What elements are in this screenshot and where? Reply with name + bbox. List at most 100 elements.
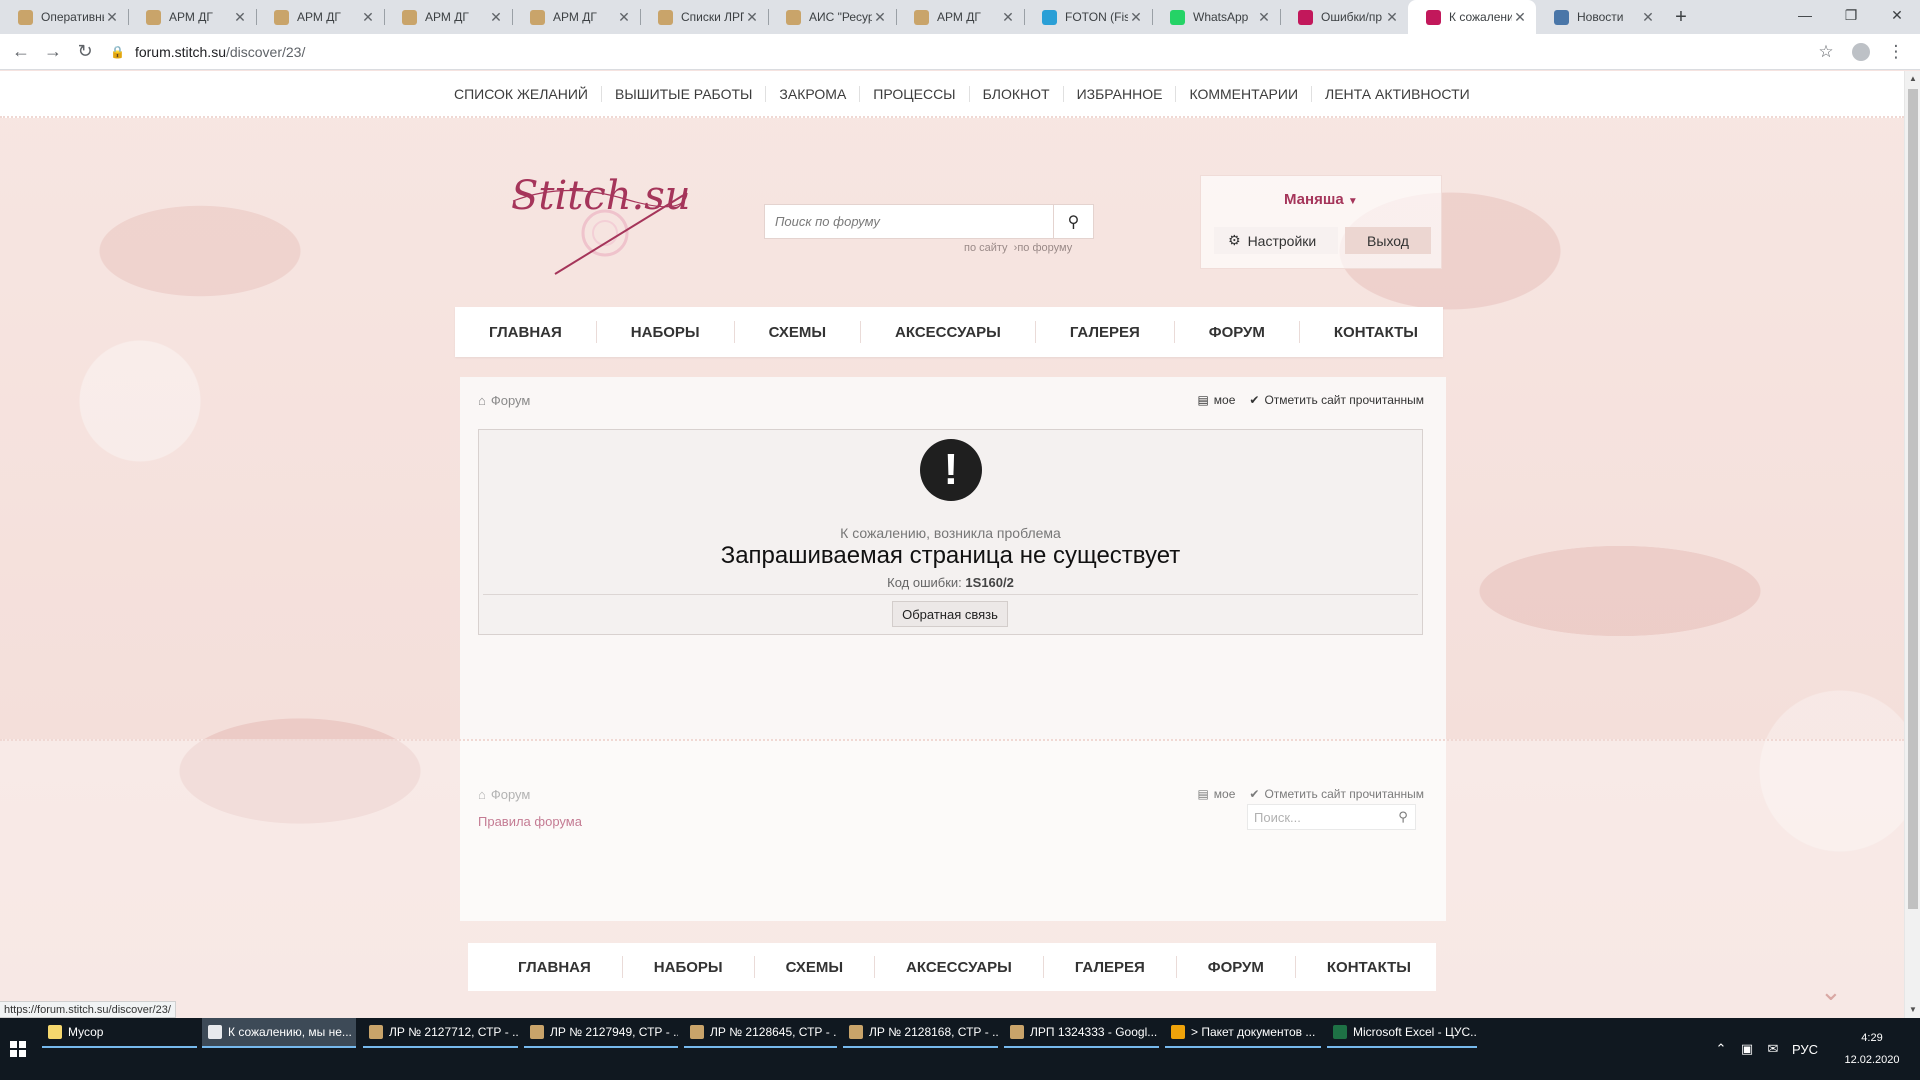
footer-nav-item[interactable]: АКСЕССУАРЫ xyxy=(874,956,1043,978)
scroll-up-icon[interactable]: ▲ xyxy=(1905,71,1920,87)
browser-tab[interactable]: АРМ ДГ ✕ xyxy=(384,0,512,34)
taskbar-item[interactable]: ЛР № 2128168, СТР - ... xyxy=(843,1018,998,1048)
user-menu[interactable]: Маняша ▼ xyxy=(1284,191,1358,208)
top-menu-item[interactable]: Избранное xyxy=(1062,86,1176,102)
taskbar-item-label: ЛР № 2128168, СТР - ... xyxy=(869,1025,998,1039)
mark-read-link[interactable]: ✔ Отметить сайт прочитанным xyxy=(1249,393,1424,407)
top-menu-item[interactable]: Комментарии xyxy=(1175,86,1311,102)
footer-nav-item[interactable]: СХЕМЫ xyxy=(753,956,874,978)
breadcrumb-forum-link[interactable]: Форум xyxy=(491,393,531,408)
taskbar-item[interactable]: Мусор xyxy=(42,1018,197,1048)
new-tab-button[interactable]: + xyxy=(1664,0,1698,34)
main-nav-item[interactable]: АКСЕССУАРЫ xyxy=(860,321,1035,343)
tab-title: АИС "Ресур xyxy=(809,10,872,24)
top-menu-item[interactable]: Блокнот xyxy=(968,86,1063,102)
gear-icon: ⚙ xyxy=(1228,232,1241,248)
taskbar-item[interactable]: Microsoft Excel - ЦУС... xyxy=(1327,1018,1477,1048)
close-tab-icon[interactable]: ✕ xyxy=(872,9,888,26)
browser-tab[interactable]: АРМ ДГ ✕ xyxy=(512,0,640,34)
settings-button[interactable]: ⚙ Настройки xyxy=(1214,227,1338,254)
top-menu-item[interactable]: Список желаний xyxy=(446,86,601,102)
close-tab-icon[interactable]: ✕ xyxy=(1384,9,1400,26)
footer-nav-item[interactable]: ГАЛЕРЕЯ xyxy=(1042,956,1176,978)
scroll-thumb[interactable] xyxy=(1908,89,1918,909)
top-menu-item[interactable]: Лента активности xyxy=(1311,86,1483,102)
clock[interactable]: 4:29 12.02.2020 xyxy=(1824,1027,1920,1071)
close-tab-icon[interactable]: ✕ xyxy=(744,9,760,26)
browser-tab[interactable]: FOTON (Fish✕ xyxy=(1024,0,1152,34)
search-icon[interactable]: ⚲ xyxy=(1053,205,1093,238)
close-tab-icon[interactable]: ✕ xyxy=(360,9,376,26)
browser-tab[interactable]: Оперативны ✕ xyxy=(0,0,128,34)
chevron-up-icon[interactable]: ⌃ xyxy=(1708,1041,1734,1057)
main-nav-item[interactable]: СХЕМЫ xyxy=(733,321,860,343)
language-indicator[interactable]: РУС xyxy=(1786,1042,1824,1057)
network-icon[interactable]: ▣ xyxy=(1734,1041,1760,1057)
browser-tab[interactable]: АРМ ДГ ✕ xyxy=(896,0,1024,34)
footer-nav-item[interactable]: ФОРУМ xyxy=(1175,956,1295,978)
restore-icon[interactable]: ❐ xyxy=(1828,0,1874,30)
browser-tab[interactable]: WhatsApp ✕ xyxy=(1152,0,1280,34)
browser-tab[interactable]: Списки ЛРП ✕ xyxy=(640,0,768,34)
taskbar-item[interactable]: К сожалению, мы не... xyxy=(202,1018,356,1048)
windows-start-icon[interactable] xyxy=(0,1018,36,1080)
top-menu-item[interactable]: Закрома xyxy=(765,86,859,102)
top-menu-item[interactable]: Вышитые работы xyxy=(601,86,765,102)
taskbar-item[interactable]: ЛР № 2128645, СТР - ... xyxy=(684,1018,837,1048)
footer-nav-item[interactable]: ГЛАВНАЯ xyxy=(468,956,622,978)
scroll-down-icon[interactable]: ▼ xyxy=(1905,1002,1920,1018)
browser-tab[interactable]: Ошибки/пр ✕ xyxy=(1280,0,1408,34)
close-tab-icon[interactable]: ✕ xyxy=(1640,9,1656,26)
mine-link[interactable]: ▤ мое xyxy=(1197,393,1235,407)
feedback-button[interactable]: Обратная связь xyxy=(892,601,1008,627)
taskbar-item[interactable]: ЛР № 2127949, СТР - ... xyxy=(524,1018,678,1048)
browser-menu-icon[interactable]: ⋮ xyxy=(1882,38,1910,66)
footer-nav-item[interactable]: НАБОРЫ xyxy=(621,956,754,978)
taskbar-item[interactable]: ЛР № 2127712, СТР - ... xyxy=(363,1018,518,1048)
check-icon: ✔ xyxy=(1249,393,1260,407)
close-tab-icon[interactable]: ✕ xyxy=(1256,9,1272,26)
main-nav-item[interactable]: ГЛАВНАЯ xyxy=(455,321,596,343)
footer-nav-item[interactable]: КОНТАКТЫ xyxy=(1294,956,1442,978)
taskbar-item-label: > Пакет документов ... xyxy=(1191,1025,1316,1039)
close-tab-icon[interactable]: ✕ xyxy=(1000,9,1016,26)
bookmark-star-icon[interactable]: ☆ xyxy=(1812,38,1840,66)
close-tab-icon[interactable]: ✕ xyxy=(488,9,504,26)
clock-date: 12.02.2020 xyxy=(1844,1054,1900,1066)
reload-icon[interactable]: ↻ xyxy=(69,36,101,68)
notification-icon[interactable]: ✉ xyxy=(1760,1041,1786,1057)
url-field[interactable]: 🔒 forum.stitch.su/discover/23/ xyxy=(110,38,1790,66)
scope-site-link[interactable]: по сайту xyxy=(964,242,1008,254)
logo-text: Stitch.su xyxy=(511,173,691,219)
forward-icon[interactable]: → xyxy=(37,36,69,68)
logout-button[interactable]: Выход xyxy=(1345,227,1431,254)
app-icon xyxy=(1010,1025,1024,1039)
chevron-down-icon[interactable]: ⌄ xyxy=(1820,976,1842,1007)
back-icon[interactable]: ← xyxy=(5,36,37,68)
main-nav-item[interactable]: ГАЛЕРЕЯ xyxy=(1034,321,1174,343)
top-menu-item[interactable]: Процессы xyxy=(859,86,968,102)
main-nav-item[interactable]: ФОРУМ xyxy=(1173,321,1299,343)
close-tab-icon[interactable]: ✕ xyxy=(232,9,248,26)
browser-tab[interactable]: К сожалени ✕ xyxy=(1408,0,1536,34)
close-tab-icon[interactable]: ✕ xyxy=(616,9,632,26)
close-tab-icon[interactable]: ✕ xyxy=(104,9,120,26)
forum-search-input[interactable]: Поиск по форуму xyxy=(765,205,1053,238)
browser-tab[interactable]: АРМ ДГ ✕ xyxy=(128,0,256,34)
browser-tab[interactable]: АРМ ДГ ✕ xyxy=(256,0,384,34)
scope-forum-link[interactable]: по форуму xyxy=(1017,242,1072,254)
main-nav-item[interactable]: НАБОРЫ xyxy=(595,321,734,343)
close-tab-icon[interactable]: ✕ xyxy=(1128,9,1144,26)
page-scrollbar[interactable]: ▲ ▼ xyxy=(1904,71,1920,1018)
taskbar-item[interactable]: > Пакет документов ... xyxy=(1165,1018,1321,1048)
search-scope: по сайту ›по форуму xyxy=(964,242,1073,254)
close-window-icon[interactable]: ✕ xyxy=(1874,0,1920,30)
minimize-icon[interactable]: — xyxy=(1782,0,1828,30)
main-nav-item[interactable]: КОНТАКТЫ xyxy=(1298,321,1452,343)
browser-tab[interactable]: АИС "Ресур ✕ xyxy=(768,0,896,34)
close-tab-icon[interactable]: ✕ xyxy=(1512,9,1528,26)
site-logo[interactable]: Stitch.su xyxy=(505,161,695,281)
profile-avatar-icon[interactable] xyxy=(1852,43,1870,61)
taskbar-item[interactable]: ЛРП 1324333 - Googl... xyxy=(1004,1018,1159,1048)
browser-tab[interactable]: Новости ✕ xyxy=(1536,0,1664,34)
